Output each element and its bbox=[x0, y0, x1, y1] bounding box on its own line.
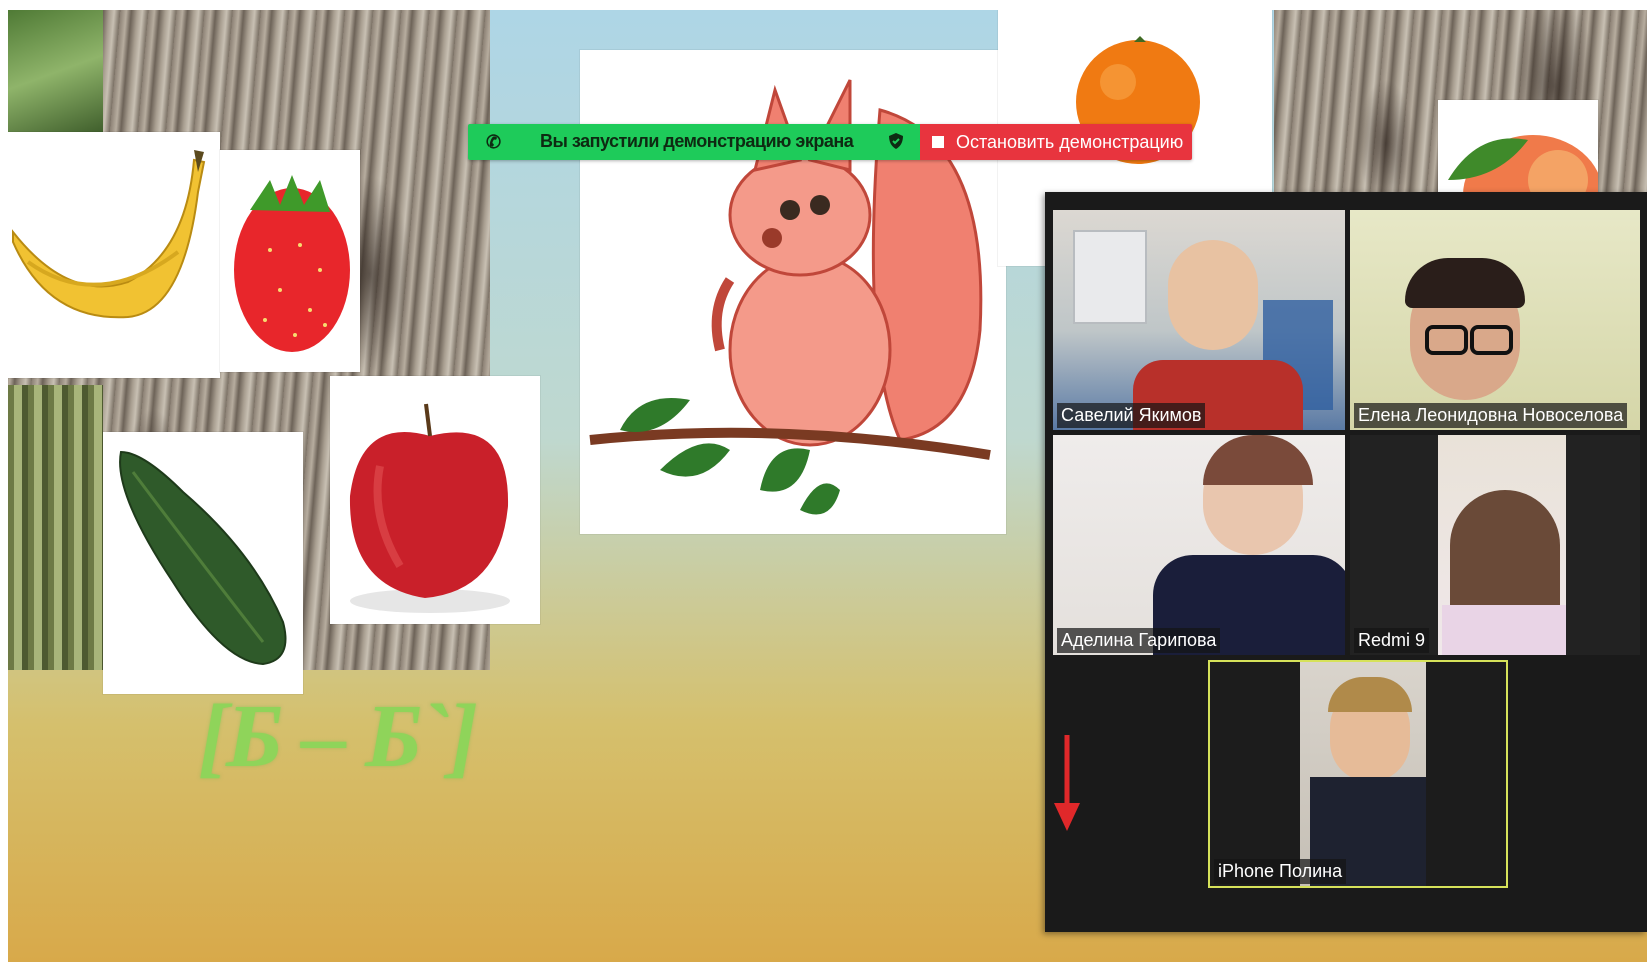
participant-tile[interactable]: Redmi 9 bbox=[1350, 435, 1640, 655]
zucchini-image bbox=[103, 432, 303, 694]
share-status: ✆ Вы запустили демонстрацию экрана bbox=[468, 124, 920, 160]
participant-tile[interactable]: Аделина Гарипова bbox=[1053, 435, 1345, 655]
participant-tile[interactable]: Савелий Якимов bbox=[1053, 210, 1345, 430]
banana-image bbox=[8, 132, 220, 378]
participant-name: Аделина Гарипова bbox=[1057, 628, 1221, 653]
stop-icon bbox=[932, 136, 944, 148]
participant-name: Redmi 9 bbox=[1354, 628, 1430, 653]
share-status-text: Вы запустили демонстрацию экрана bbox=[540, 131, 854, 151]
phone-icon: ✆ bbox=[486, 132, 502, 152]
screen-share-bar: ✆ Вы запустили демонстрацию экрана Остан… bbox=[468, 124, 1192, 160]
stop-share-button[interactable]: Остановить демонстрацию bbox=[920, 124, 1192, 160]
sound-label: [Б – Б`] bbox=[198, 687, 478, 786]
strawberry-image bbox=[220, 150, 360, 372]
squirrel-image bbox=[580, 50, 1006, 534]
participant-name: iPhone Полина bbox=[1214, 859, 1347, 884]
arrow-down-icon bbox=[1054, 735, 1080, 831]
stop-share-label: Остановить демонстрацию bbox=[956, 131, 1184, 152]
apple-image bbox=[330, 376, 540, 624]
participant-name: Савелий Якимов bbox=[1057, 403, 1206, 428]
peach-image bbox=[1438, 100, 1603, 255]
participant-name: Елена Леонидовна Новоселова bbox=[1354, 403, 1628, 428]
participant-tile[interactable]: Елена Леонидовна Новоселова bbox=[1350, 210, 1640, 430]
participant-tile-active[interactable]: iPhone Полина bbox=[1208, 660, 1508, 888]
video-gallery: Савелий Якимов Елена Леонидовна Новосело… bbox=[1045, 192, 1647, 932]
participant-avatar bbox=[1168, 240, 1258, 350]
forest-image-lower bbox=[8, 385, 103, 670]
shield-icon bbox=[888, 132, 904, 155]
forest-image bbox=[8, 10, 103, 135]
